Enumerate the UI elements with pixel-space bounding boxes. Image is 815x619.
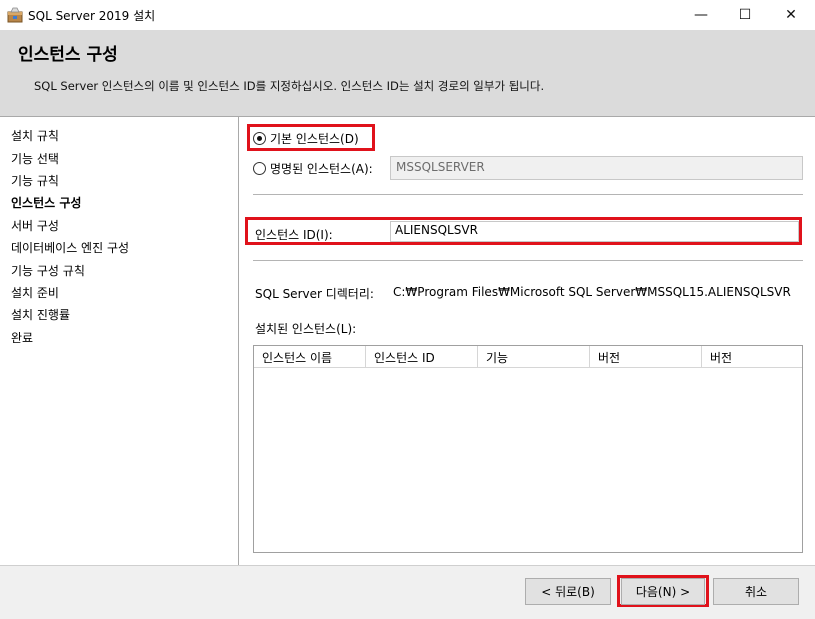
close-button[interactable]: ✕ — [768, 0, 814, 30]
close-icon: ✕ — [785, 7, 797, 23]
steps-sidebar: 설치 규칙 기능 선택 기능 규칙 인스턴스 구성 서버 구성 데이터베이스 엔… — [0, 117, 238, 565]
sql-directory-value: C:₩Program Files₩Microsoft SQL Server₩MS… — [393, 285, 791, 299]
cancel-button[interactable]: 취소 — [713, 578, 799, 605]
default-instance-radio[interactable]: 기본 인스턴스(D) — [253, 130, 359, 147]
column-header-features[interactable]: 기능 — [478, 346, 590, 367]
radio-selected-icon — [253, 132, 266, 145]
sidebar-item-instance-configuration[interactable]: 인스턴스 구성 — [11, 194, 81, 211]
sidebar-item-installation-progress[interactable]: 설치 진행률 — [11, 306, 70, 323]
sidebar-item-feature-configuration-rules[interactable]: 기능 구성 규칙 — [11, 262, 85, 279]
page-description: SQL Server 인스턴스의 이름 및 인스턴스 ID를 지정하십시오. 인… — [34, 79, 545, 93]
page-title: 인스턴스 구성 — [18, 45, 118, 65]
sidebar-item-install-rules[interactable]: 설치 규칙 — [11, 127, 59, 144]
section-divider — [253, 194, 803, 195]
column-header-instance-name[interactable]: 인스턴스 이름 — [254, 346, 366, 367]
named-instance-radio[interactable]: 명명된 인스턴스(A): — [253, 160, 373, 177]
minimize-button[interactable]: — — [678, 0, 724, 30]
back-button[interactable]: < 뒤로(B) — [525, 578, 611, 605]
sidebar-item-feature-rules[interactable]: 기능 규칙 — [11, 172, 59, 189]
sql-directory-label: SQL Server 디렉터리: — [255, 287, 374, 301]
instance-id-input[interactable]: ALIENSQLSVR — [390, 221, 799, 242]
page-header: 인스턴스 구성 SQL Server 인스턴스의 이름 및 인스턴스 ID를 지… — [0, 30, 815, 116]
sidebar-item-ready-to-install[interactable]: 설치 준비 — [11, 284, 59, 301]
default-instance-label: 기본 인스턴스(D) — [270, 132, 359, 146]
named-instance-field[interactable]: MSSQLSERVER — [390, 156, 803, 180]
column-header-instance-id[interactable]: 인스턴스 ID — [366, 346, 478, 367]
instance-id-label: 인스턴스 ID(I): — [255, 228, 333, 242]
section-divider — [253, 260, 803, 261]
radio-unselected-icon — [253, 162, 266, 175]
next-button[interactable]: 다음(N) > — [621, 578, 705, 605]
sql-server-setup-icon — [7, 7, 23, 23]
table-header: 인스턴스 이름 인스턴스 ID 기능 버전 버전 — [254, 346, 802, 368]
sidebar-item-complete[interactable]: 완료 — [11, 329, 33, 346]
column-header-version[interactable]: 버전 — [702, 346, 802, 367]
minimize-icon: — — [694, 7, 708, 23]
column-header-edition[interactable]: 버전 — [590, 346, 702, 367]
title-bar: SQL Server 2019 설치 — ☐ ✕ — [0, 0, 815, 30]
maximize-icon: ☐ — [738, 7, 752, 23]
window-title: SQL Server 2019 설치 — [28, 9, 156, 23]
sidebar-item-feature-selection[interactable]: 기능 선택 — [11, 150, 59, 167]
sidebar-item-server-configuration[interactable]: 서버 구성 — [11, 217, 59, 234]
installed-instances-label: 설치된 인스턴스(L): — [255, 322, 357, 336]
sidebar-item-database-engine-configuration[interactable]: 데이터베이스 엔진 구성 — [11, 239, 129, 256]
maximize-button[interactable]: ☐ — [722, 0, 768, 30]
installed-instances-table[interactable]: 인스턴스 이름 인스턴스 ID 기능 버전 버전 — [253, 345, 803, 553]
named-instance-label: 명명된 인스턴스(A): — [270, 162, 373, 176]
